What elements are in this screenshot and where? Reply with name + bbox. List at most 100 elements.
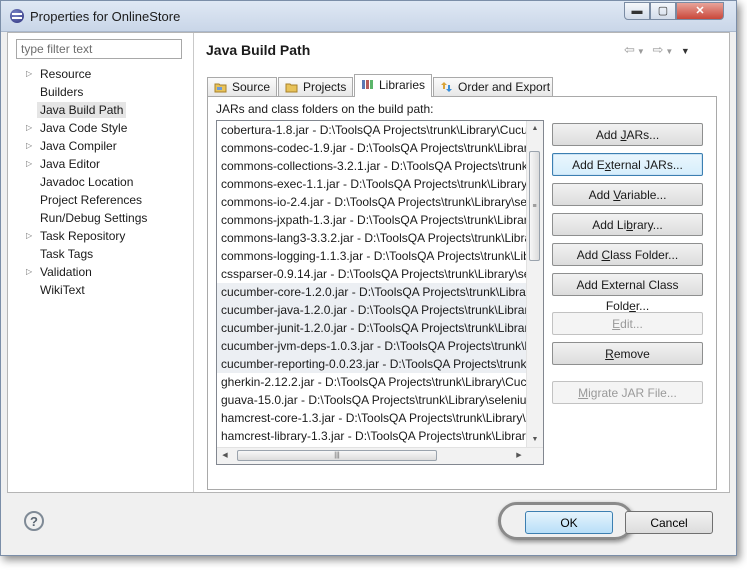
sidebar-item-label: Javadoc Location (40, 175, 134, 189)
navigation-arrows: ⇦▼ ⇨▼ ▼ (624, 42, 692, 58)
filter-input[interactable] (16, 39, 182, 59)
jar-list-item[interactable]: commons-exec-1.1.jar - D:\ToolsQA Projec… (217, 175, 533, 193)
sidebar-item[interactable]: ▷ Java Compiler (18, 137, 147, 155)
sidebar-item-label: Builders (40, 85, 84, 99)
list-label: JARs and class folders on the build path… (216, 102, 434, 116)
sidebar-item-label: Java Code Style (40, 121, 128, 135)
jar-list-item[interactable]: commons-logging-1.1.3.jar - D:\ToolsQA P… (217, 247, 533, 265)
order-export-icon (441, 82, 452, 92)
scroll-right-icon[interactable]: ▶ (511, 448, 527, 464)
sidebar-item[interactable]: ▷ Task Repository (18, 227, 147, 245)
forward-arrow-icon[interactable]: ⇨ (652, 42, 665, 57)
sidebar-item-label: Validation (40, 265, 92, 279)
sidebar-item[interactable]: ▷ Resource (18, 65, 147, 83)
expand-arrow-icon[interactable]: ▷ (26, 119, 36, 137)
back-arrow-icon[interactable]: ⇦ (624, 42, 637, 57)
main-pane: Java Build Path ⇦▼ ⇨▼ ▼ Source Projects … (194, 33, 729, 492)
libraries-panel: JARs and class folders on the build path… (207, 96, 717, 490)
horizontal-scrollbar[interactable]: ◀ ||| ▶ (217, 447, 543, 464)
horizontal-scroll-thumb[interactable]: ||| (237, 450, 437, 461)
expand-arrow-icon[interactable]: ▷ (26, 65, 36, 83)
sidebar-item-label: Run/Debug Settings (40, 211, 148, 225)
window-title: Properties for OnlineStore (30, 9, 181, 24)
forward-dropdown-icon[interactable]: ▼ (665, 47, 675, 56)
sidebar-item-label: Java Editor (40, 157, 101, 171)
sidebar-item-label: Task Repository (40, 229, 126, 243)
vertical-scrollbar[interactable]: ▲ ≡ ▼ (526, 121, 543, 448)
sidebar-item-label: Project References (40, 193, 143, 207)
add-variable-button[interactable]: Add Variable... (552, 183, 703, 206)
jar-list-item[interactable]: hamcrest-library-1.3.jar - D:\ToolsQA Pr… (217, 427, 533, 445)
jar-list-item[interactable]: cobertura-1.8.jar - D:\ToolsQA Projects\… (217, 121, 533, 139)
dialog-body: ▷ResourceBuildersJava Build Path▷Java Co… (7, 32, 730, 493)
sidebar-item[interactable]: WikiText (18, 281, 147, 299)
dialog-footer: ? OK Cancel (1, 493, 736, 555)
scroll-left-icon[interactable]: ◀ (217, 448, 233, 464)
jar-list-item[interactable]: cucumber-junit-1.2.0.jar - D:\ToolsQA Pr… (217, 319, 533, 337)
add-external-class-folder-button[interactable]: Add External Class Folder... (552, 273, 703, 313)
jar-list-item[interactable]: cucumber-jvm-deps-1.0.3.jar - D:\ToolsQA… (217, 337, 533, 355)
tab-source[interactable]: Source (207, 77, 277, 96)
jar-list-item[interactable]: cucumber-core-1.2.0.jar - D:\ToolsQA Pro… (217, 283, 533, 301)
sidebar-item[interactable]: Builders (18, 83, 147, 101)
scroll-down-icon[interactable]: ▼ (527, 432, 543, 448)
jar-list-item[interactable]: commons-collections-3.2.1.jar - D:\Tools… (217, 157, 533, 175)
sidebar-item-label: Task Tags (40, 247, 94, 261)
jar-list-item[interactable]: gherkin-2.12.2.jar - D:\ToolsQA Projects… (217, 373, 533, 391)
sidebar-item[interactable]: Javadoc Location (18, 173, 147, 191)
tab-order-and-export[interactable]: Order and Export (433, 77, 553, 96)
jar-list-item[interactable]: cucumber-reporting-0.0.23.jar - D:\Tools… (217, 355, 533, 373)
jar-list-item[interactable]: commons-lang3-3.3.2.jar - D:\ToolsQA Pro… (217, 229, 533, 247)
sidebar-item[interactable]: Project References (18, 191, 147, 209)
tab-libraries-label: Libraries (379, 78, 426, 92)
remove-button[interactable]: Remove (552, 342, 703, 365)
sidebar-item[interactable]: ▷ Java Code Style (18, 119, 147, 137)
jar-list-item[interactable]: commons-jxpath-1.3.jar - D:\ToolsQA Proj… (217, 211, 533, 229)
tab-projects[interactable]: Projects (278, 77, 353, 96)
migrate-jar-file-button[interactable]: Migrate JAR File... (552, 381, 703, 404)
expand-arrow-icon[interactable]: ▷ (26, 155, 36, 173)
view-menu-icon[interactable]: ▼ (681, 46, 692, 56)
sidebar-item-label: WikiText (40, 283, 85, 297)
sidebar-item-label: Java Compiler (40, 139, 117, 153)
sidebar-item[interactable]: Run/Debug Settings (18, 209, 147, 227)
expand-arrow-icon[interactable]: ▷ (26, 137, 36, 155)
projects-folder-icon (285, 83, 298, 93)
vertical-scroll-thumb[interactable]: ≡ (529, 151, 540, 261)
ok-button[interactable]: OK (525, 511, 613, 534)
title-bar[interactable]: Properties for OnlineStore ▬ ▢ ✕ (1, 1, 736, 32)
category-tree: ▷ Resource Builders Java Build Path ▷ Java Co… (18, 65, 147, 299)
jar-list-item[interactable]: cucumber-java-1.2.0.jar - D:\ToolsQA Pro… (217, 301, 533, 319)
sidebar-item[interactable]: Task Tags (18, 245, 147, 263)
cancel-button[interactable]: Cancel (625, 511, 713, 534)
back-dropdown-icon[interactable]: ▼ (637, 47, 647, 56)
jar-rows: cobertura-1.8.jar - D:\ToolsQA Projects\… (217, 121, 543, 463)
eclipse-icon (10, 9, 24, 23)
jar-list-item[interactable]: hamcrest-core-1.3.jar - D:\ToolsQA Proje… (217, 409, 533, 427)
add-jars-button[interactable]: Add JARs... (552, 123, 703, 146)
help-icon[interactable]: ? (24, 511, 44, 531)
expand-arrow-icon[interactable]: ▷ (26, 227, 36, 245)
maximize-icon[interactable]: ▢ (650, 2, 676, 20)
minimize-icon[interactable]: ▬ (624, 2, 650, 20)
properties-dialog: Properties for OnlineStore ▬ ▢ ✕ ▷ Resour… (0, 0, 737, 556)
edit-button[interactable]: Edit... (552, 312, 703, 335)
sidebar-item-label: Java Build Path (37, 102, 127, 118)
add-library-button[interactable]: Add Library... (552, 213, 703, 236)
jar-list-item[interactable]: guava-15.0.jar - D:\ToolsQA Projects\tru… (217, 391, 533, 409)
source-folder-icon (214, 83, 227, 93)
jar-list-item[interactable]: cssparser-0.9.14.jar - D:\ToolsQA Projec… (217, 265, 533, 283)
scroll-up-icon[interactable]: ▲ (527, 121, 543, 137)
jar-list[interactable]: cobertura-1.8.jar - D:\ToolsQA Projects\… (216, 120, 544, 465)
tab-libraries[interactable]: Libraries (354, 74, 432, 97)
tab-projects-label: Projects (303, 80, 347, 94)
jar-list-item[interactable]: commons-codec-1.9.jar - D:\ToolsQA Proje… (217, 139, 533, 157)
sidebar-item[interactable]: Java Build Path (18, 101, 147, 119)
add-external-jars-button[interactable]: Add External JARs... (552, 153, 703, 176)
close-icon[interactable]: ✕ (676, 2, 724, 20)
add-class-folder-button[interactable]: Add Class Folder... (552, 243, 703, 266)
jar-list-item[interactable]: commons-io-2.4.jar - D:\ToolsQA Projects… (217, 193, 533, 211)
sidebar-item[interactable]: ▷ Validation (18, 263, 147, 281)
expand-arrow-icon[interactable]: ▷ (26, 263, 36, 281)
sidebar-item[interactable]: ▷ Java Editor (18, 155, 147, 173)
